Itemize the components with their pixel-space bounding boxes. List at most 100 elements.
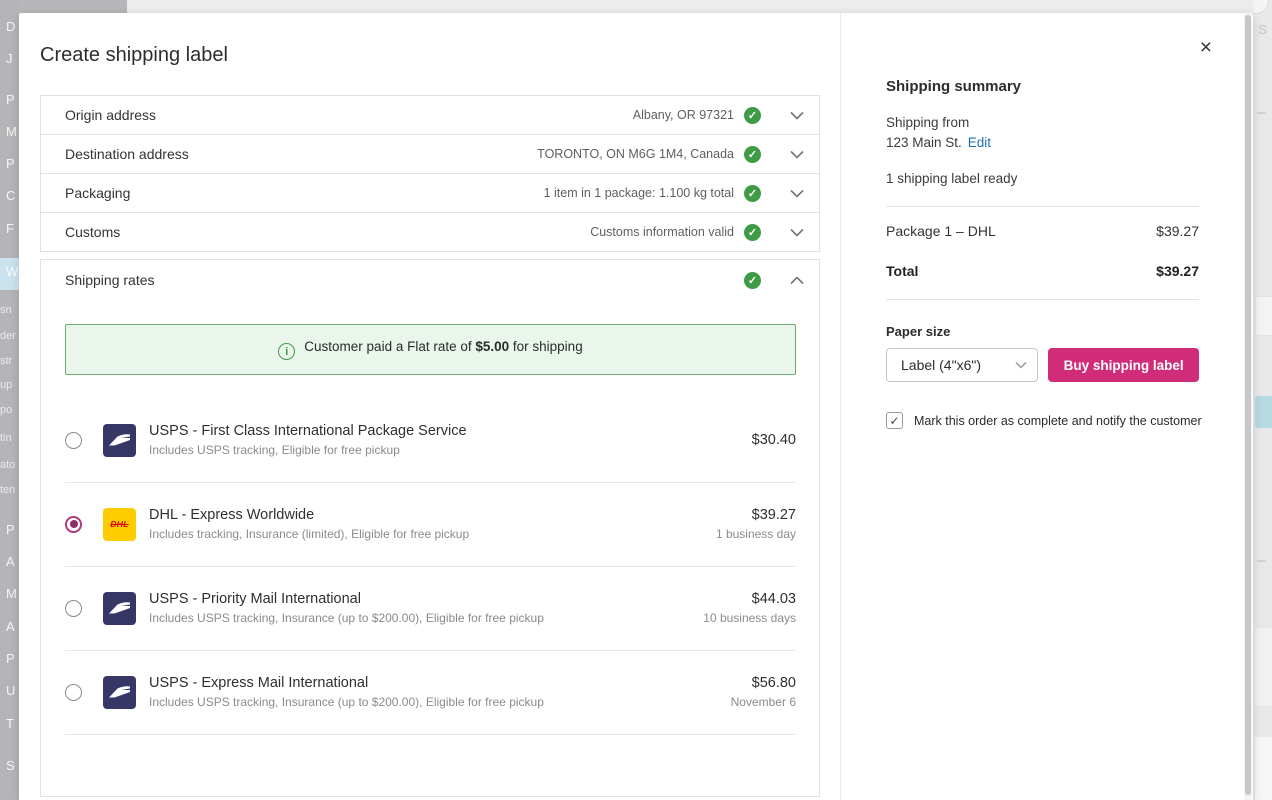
background-fragment <box>1255 628 1272 706</box>
shipping-from-address: 123 Main St. Edit <box>886 133 1199 153</box>
section-value: TORONTO, ON M6G 1M4, Canada <box>537 147 734 161</box>
info-icon: i <box>278 343 295 360</box>
banner-amount: $5.00 <box>475 339 509 354</box>
rate-text: USPS - Priority Mail International Inclu… <box>149 591 544 625</box>
background-letter: S <box>1258 22 1267 37</box>
background-sidebar-fragment: D <box>6 19 15 35</box>
paper-size-label: Paper size <box>886 324 1199 339</box>
background-highlight-fragment <box>1255 396 1272 428</box>
section-label: Packaging <box>65 185 130 201</box>
rate-price-block: $56.80 November 6 <box>731 675 796 709</box>
buy-shipping-label-button[interactable]: Buy shipping label <box>1048 348 1199 382</box>
radio-button[interactable] <box>65 684 82 701</box>
usps-logo <box>103 592 136 625</box>
address-text: 123 Main St. <box>886 135 962 150</box>
section-label: Origin address <box>65 107 156 123</box>
label-ready-status: 1 shipping label ready <box>886 169 1199 189</box>
section-value: 1 item in 1 package: 1.100 kg total <box>544 186 734 200</box>
background-sidebar-fragment: up <box>0 378 12 392</box>
package-amount: $39.27 <box>1156 221 1199 241</box>
rate-delivery-estimate: 10 business days <box>703 611 796 625</box>
background-avatar <box>1253 0 1269 14</box>
background-fragment <box>1255 737 1272 800</box>
rate-text: USPS - First Class International Package… <box>149 423 467 457</box>
background-sidebar-fragment: M <box>6 586 17 602</box>
section-label: Destination address <box>65 146 189 162</box>
background-sidebar-fragment: S <box>6 758 15 774</box>
accordion-customs[interactable]: Customs Customs information valid ✓ <box>40 212 820 252</box>
checkbox-label: Mark this order as complete and notify t… <box>914 414 1202 428</box>
dimmed-admin-bar <box>0 0 127 13</box>
rate-price-block: $30.40 <box>752 432 796 448</box>
radio-button[interactable] <box>65 600 82 617</box>
rate-text: DHL - Express Worldwide Includes trackin… <box>149 507 469 541</box>
radio-button-selected[interactable] <box>65 516 82 533</box>
check-circle-icon: ✓ <box>744 146 761 163</box>
accordion-origin-address[interactable]: Origin address Albany, OR 97321 ✓ <box>40 95 820 135</box>
create-shipping-label-modal: Create shipping label Origin address Alb… <box>19 13 1253 800</box>
background-fragment <box>1255 296 1272 336</box>
rate-price: $44.03 <box>703 591 796 607</box>
usps-logo <box>103 676 136 709</box>
shipping-rates-header[interactable]: Shipping rates ✓ <box>41 260 819 300</box>
rate-option-usps-express[interactable]: USPS - Express Mail International Includ… <box>65 651 796 735</box>
chevron-down-icon <box>790 150 804 159</box>
rate-price-block: $39.27 1 business day <box>716 507 796 541</box>
rate-option-dhl-express[interactable]: DHL DHL - Express Worldwide Includes tra… <box>65 483 796 567</box>
rate-name: USPS - Express Mail International <box>149 675 544 691</box>
accordion-destination-address[interactable]: Destination address TORONTO, ON M6G 1M4,… <box>40 134 820 174</box>
background-sidebar-fragment: C <box>6 188 15 204</box>
total-amount: $39.27 <box>1156 261 1199 281</box>
rate-delivery-estimate: 1 business day <box>716 527 796 541</box>
rate-option-usps-first-class[interactable]: USPS - First Class International Package… <box>65 399 796 483</box>
usps-logo <box>103 424 136 457</box>
shipping-from-label: Shipping from <box>886 113 1199 133</box>
background-sidebar-fragment: P <box>6 92 15 108</box>
rate-name: USPS - First Class International Package… <box>149 423 467 439</box>
mark-complete-checkbox-row[interactable]: ✓ Mark this order as complete and notify… <box>886 412 1199 429</box>
scrollbar-thumb[interactable] <box>1245 15 1251 795</box>
section-label: Shipping rates <box>65 272 155 288</box>
dimmed-background-top <box>0 0 1272 13</box>
background-sidebar-fragment: P <box>6 522 15 538</box>
background-sidebar-fragment: T <box>6 716 14 732</box>
total-line-item: Total $39.27 <box>886 261 1199 281</box>
background-sidebar-fragment: der <box>0 329 16 343</box>
background-sidebar-fragment: ten <box>0 483 15 497</box>
dhl-logo-text: DHL <box>110 519 128 529</box>
accordion-packaging[interactable]: Packaging 1 item in 1 package: 1.100 kg … <box>40 173 820 213</box>
chevron-up-icon <box>790 276 804 285</box>
chevron-down-icon <box>790 228 804 237</box>
check-circle-icon: ✓ <box>744 185 761 202</box>
package-label: Package 1 – DHL <box>886 221 996 241</box>
check-circle-icon: ✓ <box>744 224 761 241</box>
background-sidebar-fragment: po <box>0 403 12 417</box>
radio-button[interactable] <box>65 432 82 449</box>
rate-details: Includes USPS tracking, Insurance (up to… <box>149 611 544 625</box>
dhl-logo: DHL <box>103 508 136 541</box>
background-sidebar-fragment: str <box>0 354 12 368</box>
paper-size-select[interactable]: Label (4"x6") <box>886 348 1038 382</box>
background-sidebar-fragment: sn <box>0 303 12 317</box>
background-fragment <box>1257 112 1266 114</box>
package-line-item: Package 1 – DHL $39.27 <box>886 221 1199 241</box>
rate-details: Includes tracking, Insurance (limited), … <box>149 527 469 541</box>
rate-price: $30.40 <box>752 432 796 448</box>
close-icon[interactable]: × <box>1200 37 1212 58</box>
rate-details: Includes USPS tracking, Insurance (up to… <box>149 695 544 709</box>
rate-price: $39.27 <box>716 507 796 523</box>
rate-option-usps-priority[interactable]: USPS - Priority Mail International Inclu… <box>65 567 796 651</box>
shipping-summary-panel: × Shipping summary Shipping from 123 Mai… <box>840 13 1244 800</box>
background-sidebar-fragment: A <box>6 619 15 635</box>
paper-size-value: Label (4"x6") <box>901 357 1015 373</box>
rate-price-block: $44.03 10 business days <box>703 591 796 625</box>
rate-name: DHL - Express Worldwide <box>149 507 469 523</box>
rate-details: Includes USPS tracking, Eligible for fre… <box>149 443 467 457</box>
edit-address-link[interactable]: Edit <box>968 135 991 150</box>
scrollbar-track[interactable] <box>1244 13 1252 800</box>
check-circle-icon: ✓ <box>744 272 761 289</box>
rate-name: USPS - Priority Mail International <box>149 591 544 607</box>
banner-suffix: for shipping <box>509 339 583 354</box>
rate-delivery-estimate: November 6 <box>731 695 796 709</box>
checkbox-checked[interactable]: ✓ <box>886 412 903 429</box>
